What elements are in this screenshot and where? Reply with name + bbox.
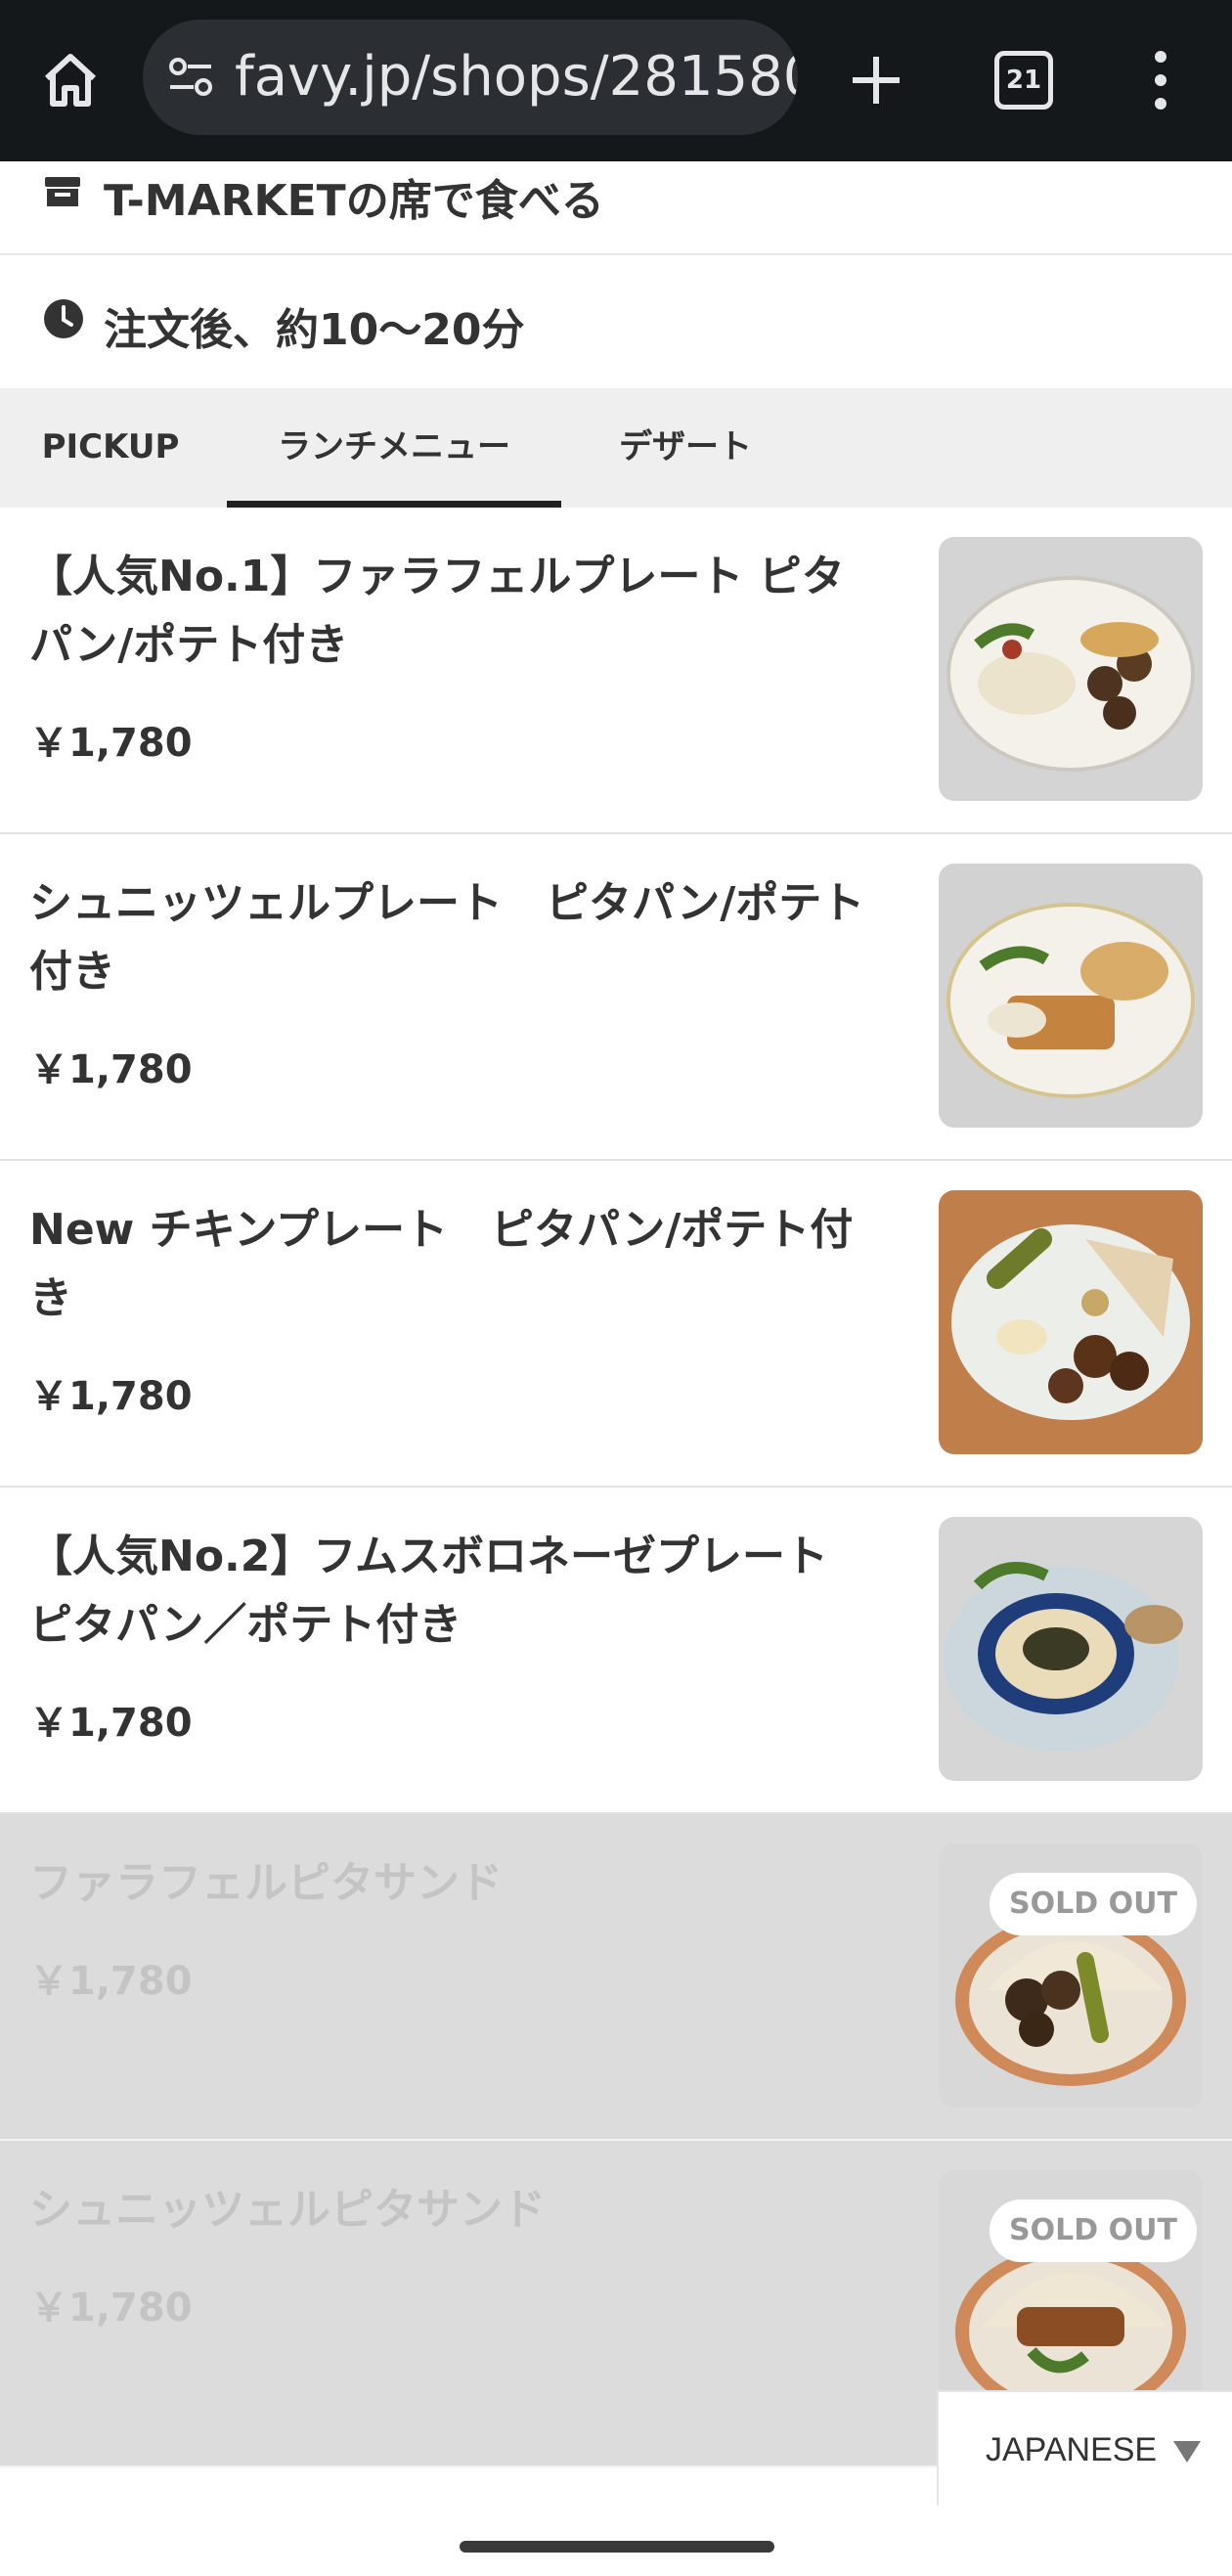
caret-down-icon bbox=[1173, 2441, 1201, 2463]
menu-item-price: ￥1,780 bbox=[29, 1047, 193, 1092]
menu-item-name: シュニッツェルピタサンド bbox=[29, 2185, 546, 2235]
menu-item-name: 【人気No.2】フムスボロネーゼプレート ピタパン／ポテト付き bbox=[29, 1532, 872, 1650]
menu-item-photo bbox=[939, 864, 1203, 1128]
seat-option-row: T-MARKETの席で食べる bbox=[0, 161, 1232, 255]
menu-item-price: ￥1,780 bbox=[29, 1374, 193, 1419]
menu-item-price: ￥1,780 bbox=[29, 1701, 193, 1746]
menu-item-price: ￥1,780 bbox=[29, 2286, 193, 2331]
home-icon[interactable] bbox=[35, 45, 106, 115]
menu-item-sold-out[interactable]: ファラフェルピタサンド ￥1,780 SOLD OUT bbox=[0, 1814, 1232, 2141]
language-selector[interactable]: JAPANESE bbox=[937, 2390, 1232, 2508]
menu-item-photo bbox=[939, 1190, 1203, 1454]
menu-item[interactable]: 【人気No.2】フムスボロネーゼプレート ピタパン／ポテト付き ￥1,780 bbox=[0, 1488, 1232, 1814]
clock-icon bbox=[44, 299, 83, 338]
sold-out-badge: SOLD OUT bbox=[990, 1873, 1197, 1935]
seat-option-text: T-MARKETの席で食べる bbox=[104, 176, 604, 226]
plus-icon[interactable] bbox=[841, 45, 911, 115]
menu-item[interactable]: 【人気No.1】ファラフェルプレート ピタパン/ポテト付き ￥1,780 bbox=[0, 508, 1232, 834]
prep-time-row: 注文後、約10〜20分 bbox=[0, 255, 1232, 388]
language-selected: JAPANESE bbox=[986, 2431, 1158, 2468]
menu-item-photo bbox=[939, 1517, 1203, 1781]
menu-item-price: ￥1,780 bbox=[29, 1959, 193, 2004]
tab-lunch-menu[interactable]: ランチメニュー bbox=[227, 388, 561, 508]
more-vert-icon[interactable] bbox=[1146, 49, 1175, 111]
sold-out-badge: SOLD OUT bbox=[990, 2199, 1197, 2262]
store-icon bbox=[45, 177, 80, 206]
address-bar[interactable]: favy.jp/shops/281580 bbox=[143, 20, 798, 135]
menu-item[interactable]: シュニッツェルプレート ピタパン/ポテト付き ￥1,780 bbox=[0, 834, 1232, 1161]
category-tabs: PICKUP ランチメニュー デザート bbox=[0, 388, 1232, 508]
browser-toolbar: favy.jp/shops/281580 21 bbox=[0, 0, 1232, 163]
home-indicator[interactable] bbox=[460, 2541, 774, 2553]
system-nav-bar bbox=[0, 2506, 1232, 2576]
url-text: favy.jp/shops/281580 bbox=[235, 45, 798, 109]
menu-item-price: ￥1,780 bbox=[29, 721, 193, 766]
tab-pickup[interactable]: PICKUP bbox=[0, 388, 221, 508]
menu-item-name: シュニッツェルプレート ピタパン/ポテト付き bbox=[29, 878, 865, 997]
menu-item-photo bbox=[939, 537, 1203, 801]
menu-item-name: 【人気No.1】ファラフェルプレート ピタパン/ポテト付き bbox=[29, 552, 845, 670]
prep-time-text: 注文後、約10〜20分 bbox=[104, 305, 525, 355]
tab-dessert[interactable]: デザート bbox=[583, 388, 788, 508]
site-settings-icon[interactable] bbox=[168, 57, 213, 98]
tabs-icon[interactable]: 21 bbox=[994, 51, 1053, 110]
menu-item-name: ファラフェルピタサンド bbox=[29, 1858, 503, 1908]
menu-item[interactable]: New チキンプレート ピタパン/ポテト付き ￥1,780 bbox=[0, 1161, 1232, 1488]
menu-item-name: New チキンプレート ピタパン/ポテト付き bbox=[29, 1205, 854, 1323]
